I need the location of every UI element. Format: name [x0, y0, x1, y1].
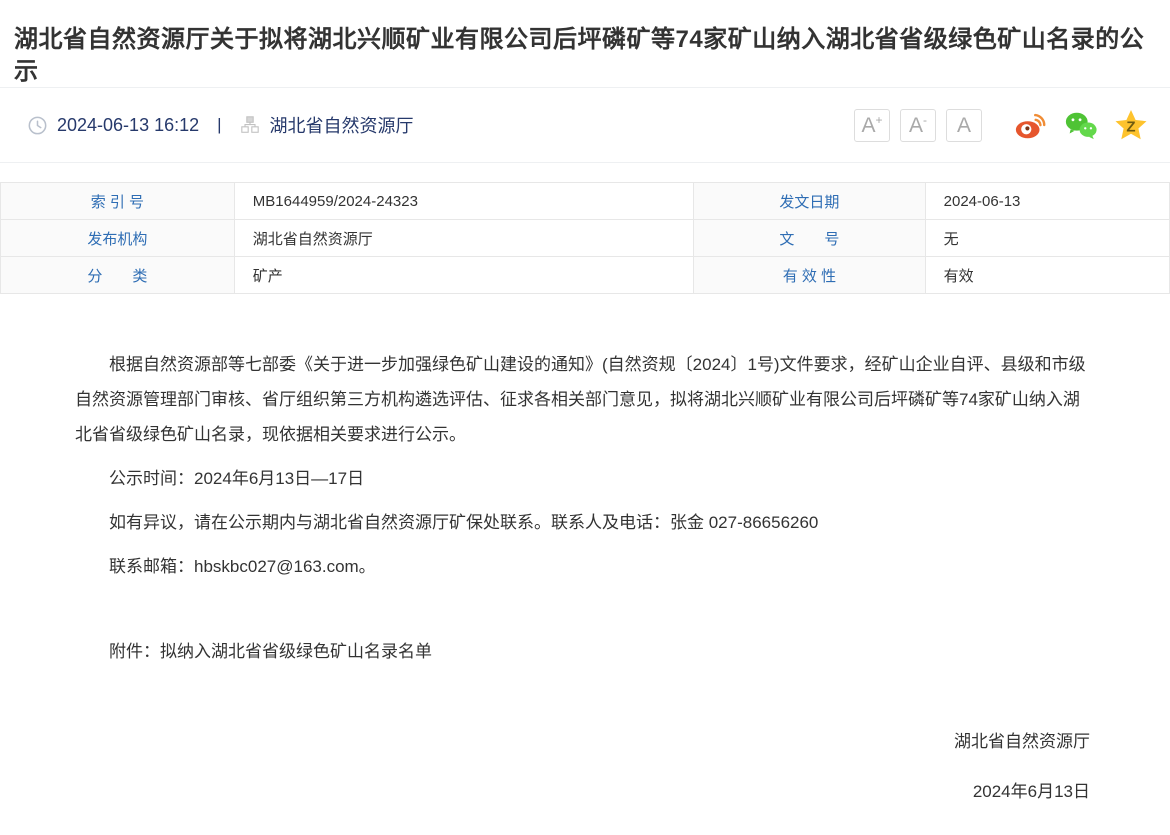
publish-datetime: 2024-06-13 16:12 [57, 115, 199, 136]
share-group: Z [1014, 109, 1148, 141]
paragraph-email: 联系邮箱：hbskbc027@163.com。 [75, 549, 1095, 584]
category-label: 分 类 [1, 257, 235, 294]
paragraph-public-period: 公示时间：2024年6月13日—17日 [75, 461, 1095, 496]
qzone-icon[interactable]: Z [1114, 109, 1148, 141]
clock-icon [28, 116, 47, 135]
meta-separator: | [217, 115, 221, 135]
source-link[interactable]: 湖北省自然资源厅 [270, 112, 414, 138]
announcement-page: 湖北省自然资源厅关于拟将湖北兴顺矿业有限公司后坪磷矿等74家矿山纳入湖北省省级绿… [0, 0, 1170, 835]
index-number-value: MB1644959/2024-24323 [234, 183, 693, 220]
paragraph-contact: 如有异议，请在公示期内与湖北省自然资源厅矿保处联系。联系人及电话：张金 027-… [75, 505, 1095, 540]
doc-number-label: 文 号 [694, 220, 925, 257]
svg-text:Z: Z [1126, 119, 1135, 136]
article-body: 根据自然资源部等七部委《关于进一步加强绿色矿山建设的通知》(自然资规〔2024〕… [0, 294, 1170, 809]
index-number-label: 索 引 号 [1, 183, 235, 220]
doc-number-value: 无 [925, 220, 1169, 257]
publisher-label: 发布机构 [1, 220, 235, 257]
weibo-icon[interactable] [1014, 109, 1048, 141]
wechat-icon[interactable] [1064, 109, 1098, 141]
signature-org: 湖北省自然资源厅 [75, 724, 1090, 759]
validity-value: 有效 [925, 257, 1169, 294]
page-title: 湖北省自然资源厅关于拟将湖北兴顺矿业有限公司后坪磷矿等74家矿山纳入湖北省省级绿… [14, 24, 1156, 89]
table-row: 分 类 矿产 有 效 性 有效 [1, 257, 1170, 294]
table-row: 发布机构 湖北省自然资源厅 文 号 无 [1, 220, 1170, 257]
attachment-line: 附件：拟纳入湖北省省级绿色矿山名录名单 [75, 634, 1095, 669]
publisher-value: 湖北省自然资源厅 [234, 220, 693, 257]
document-info-table: 索 引 号 MB1644959/2024-24323 发文日期 2024-06-… [0, 182, 1170, 294]
category-value: 矿产 [234, 257, 693, 294]
title-bar: 湖北省自然资源厅关于拟将湖北兴顺矿业有限公司后坪磷矿等74家矿山纳入湖北省省级绿… [0, 0, 1170, 88]
signature-date: 2024年6月13日 [75, 774, 1090, 809]
validity-label: 有 效 性 [694, 257, 925, 294]
issue-date-value: 2024-06-13 [925, 183, 1169, 220]
font-reset-button[interactable]: A [946, 109, 982, 142]
meta-row: 2024-06-13 16:12 | 湖北省自然资源厅 A+ A- A [0, 88, 1170, 163]
font-decrease-button[interactable]: A- [900, 109, 936, 142]
meta-left: 2024-06-13 16:12 | 湖北省自然资源厅 [28, 112, 414, 138]
paragraph-main: 根据自然资源部等七部委《关于进一步加强绿色矿山建设的通知》(自然资规〔2024〕… [75, 347, 1095, 452]
issue-date-label: 发文日期 [694, 183, 925, 220]
meta-right: A+ A- A [854, 109, 1148, 142]
org-sitemap-icon [240, 115, 260, 135]
font-increase-button[interactable]: A+ [854, 109, 890, 142]
table-row: 索 引 号 MB1644959/2024-24323 发文日期 2024-06-… [1, 183, 1170, 220]
signature-block: 湖北省自然资源厅 2024年6月13日 [75, 724, 1095, 809]
